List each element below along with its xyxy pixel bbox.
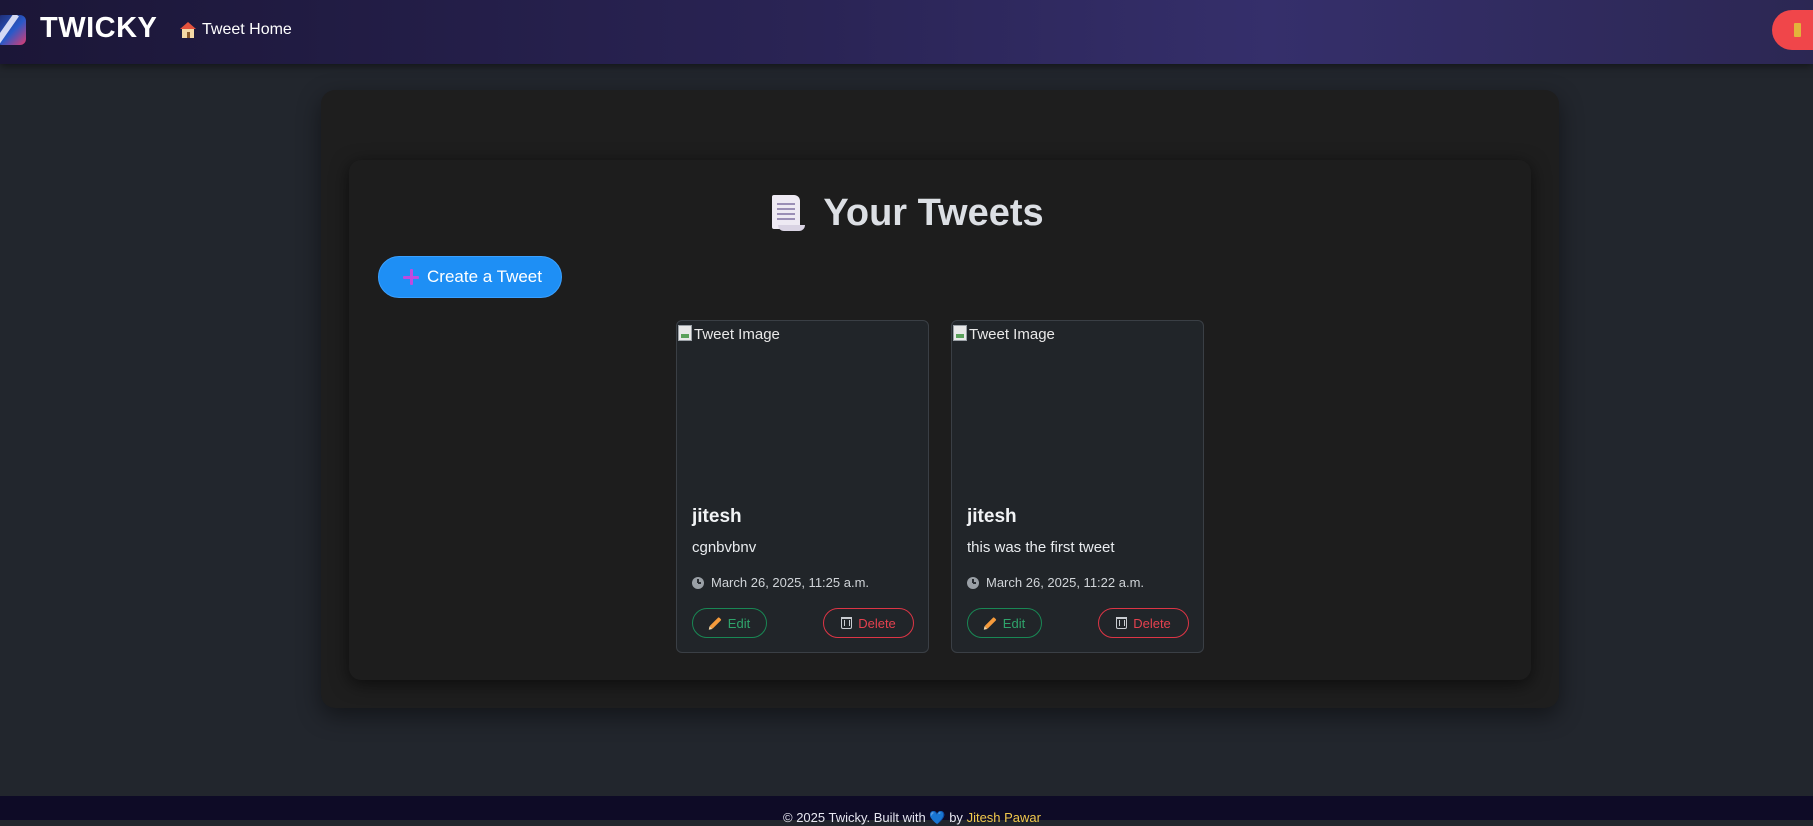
house-icon — [180, 22, 196, 38]
trash-icon — [1116, 617, 1128, 629]
footer-author-link[interactable]: Jitesh Pawar — [967, 810, 1041, 825]
door-icon — [1794, 23, 1801, 37]
footer-copyright: © 2025 Twicky. Built with — [783, 810, 926, 825]
tweet-author: jitesh — [692, 506, 742, 527]
edit-button[interactable]: Edit — [692, 608, 767, 638]
footer: © 2025 Twicky. Built with 💙 by Jitesh Pa… — [0, 796, 1813, 825]
edit-label: Edit — [727, 615, 751, 631]
trash-icon — [841, 617, 853, 629]
tweet-image: Tweet Image — [952, 321, 1203, 491]
tweets-panel — [349, 160, 1531, 680]
create-tweet-button[interactable]: Create a Tweet — [378, 256, 562, 298]
tweet-timestamp: March 26, 2025, 11:22 a.m. — [967, 575, 1144, 590]
footer-by: by — [949, 810, 963, 825]
page-title-text: Your Tweets — [823, 191, 1044, 234]
delete-button[interactable]: Delete — [1098, 608, 1189, 638]
delete-label: Delete — [858, 615, 896, 631]
logout-button[interactable] — [1772, 10, 1813, 50]
pencil-icon — [984, 616, 997, 630]
delete-button[interactable]: Delete — [823, 608, 914, 638]
tweet-timestamp-text: March 26, 2025, 11:22 a.m. — [986, 575, 1145, 590]
nav-link-label: Tweet Home — [202, 21, 292, 38]
broken-image-icon — [953, 325, 967, 341]
tweet-text: cgnbvbnv — [692, 539, 757, 556]
pencil-icon — [709, 616, 722, 630]
tweet-author: jitesh — [967, 506, 1017, 527]
tweet-image-alt: Tweet Image — [694, 326, 780, 343]
edit-button[interactable]: Edit — [967, 608, 1042, 638]
tweet-card: Tweet Image jitesh this was the first tw… — [951, 320, 1204, 653]
edit-label: Edit — [1002, 615, 1026, 631]
footer-text: © 2025 Twicky. Built with 💙 by Jitesh Pa… — [783, 810, 1041, 826]
tweet-card: Tweet Image jitesh cgnbvbnv March 26, 20… — [676, 320, 929, 653]
page-title: Your Tweets — [0, 190, 1813, 236]
brand-name[interactable]: TWICKY — [40, 12, 157, 45]
clock-icon — [967, 576, 979, 589]
tweet-text: this was the first tweet — [967, 539, 1115, 556]
scroll-icon — [769, 194, 806, 232]
brand-logo-icon[interactable] — [0, 15, 26, 45]
plus-icon — [403, 269, 419, 285]
tweet-image: Tweet Image — [677, 321, 928, 491]
tweet-image-alt: Tweet Image — [969, 326, 1055, 343]
broken-image-icon — [678, 325, 692, 341]
tweet-timestamp: March 26, 2025, 11:25 a.m. — [692, 575, 869, 590]
clock-icon — [692, 576, 704, 589]
create-tweet-label: Create a Tweet — [427, 267, 542, 286]
tweet-timestamp-text: March 26, 2025, 11:25 a.m. — [711, 575, 870, 590]
nav-link-tweet-home[interactable]: Tweet Home — [180, 19, 292, 41]
navbar: TWICKY Tweet Home — [0, 0, 1813, 64]
delete-label: Delete — [1133, 615, 1171, 631]
heart-icon: 💙 — [929, 810, 946, 825]
